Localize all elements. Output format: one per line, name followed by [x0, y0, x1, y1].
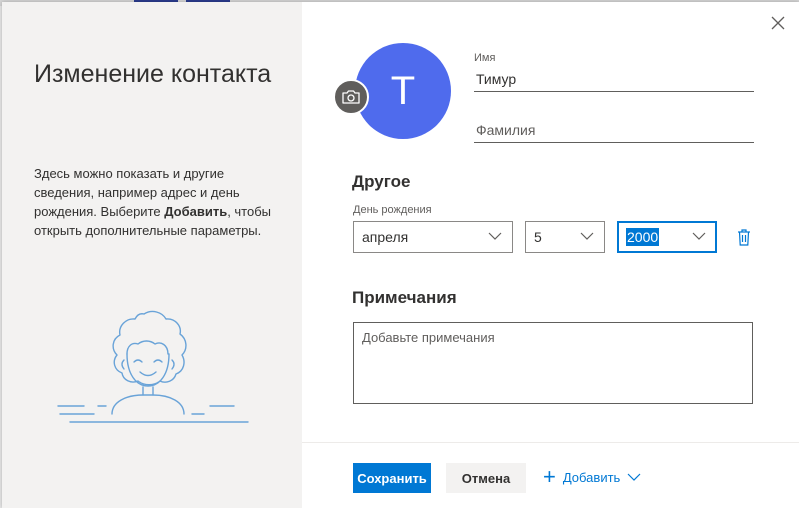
save-button[interactable]: Сохранить	[353, 463, 431, 493]
last-name-field[interactable]	[474, 117, 754, 143]
birthday-year-select[interactable]: 2000	[617, 221, 717, 253]
first-name-label: Имя	[474, 52, 496, 64]
help-text: Здесь можно показать и другие сведения, …	[34, 164, 274, 240]
chevron-down-icon	[580, 232, 594, 240]
birthday-day-select[interactable]: 5	[525, 221, 605, 253]
notes-textarea[interactable]	[353, 322, 753, 404]
birthday-day-value: 5	[534, 229, 542, 245]
birthday-label: День рождения	[353, 204, 432, 216]
chevron-down-icon	[488, 232, 502, 240]
info-panel: Изменение контакта Здесь можно показать …	[2, 2, 302, 508]
cancel-button[interactable]: Отмена	[446, 463, 526, 493]
help-text-add-keyword: Добавить	[164, 204, 228, 219]
plus-icon: +	[543, 464, 556, 489]
add-button[interactable]: + Добавить	[543, 465, 641, 489]
birthday-year-value: 2000	[626, 228, 660, 246]
close-icon[interactable]	[766, 12, 790, 36]
birthday-month-value: апреля	[362, 229, 409, 245]
notes-section-heading: Примечания	[352, 288, 457, 307]
delete-birthday-icon[interactable]	[737, 229, 751, 246]
chevron-down-icon	[627, 473, 641, 481]
person-illustration	[57, 310, 249, 423]
birthday-month-select[interactable]: апреля	[353, 221, 513, 253]
other-section-heading: Другое	[352, 172, 411, 191]
avatar: T	[355, 43, 451, 139]
add-button-label: Добавить	[562, 469, 621, 485]
camera-icon[interactable]	[333, 79, 369, 115]
chevron-down-icon	[692, 232, 706, 240]
first-name-field[interactable]	[474, 66, 754, 92]
footer-divider	[302, 442, 799, 443]
dialog-title: Изменение контакта	[34, 60, 272, 88]
edit-contact-dialog: Изменение контакта Здесь можно показать …	[2, 2, 799, 508]
